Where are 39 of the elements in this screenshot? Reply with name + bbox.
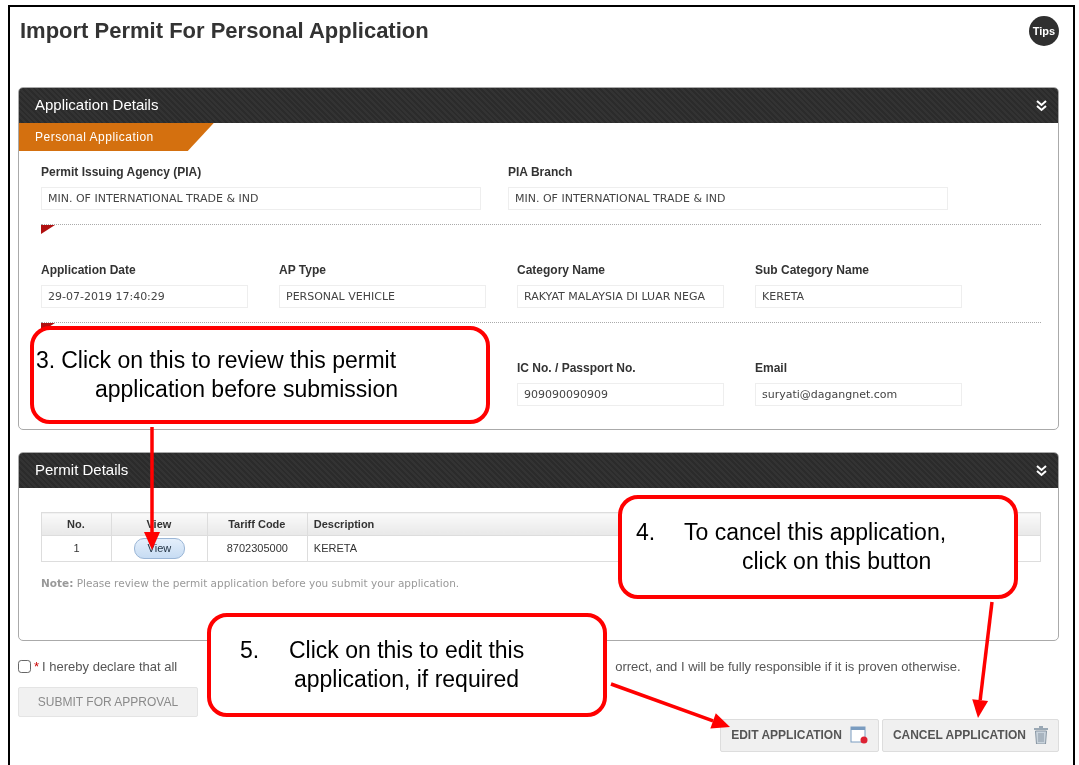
table-cell: 1 — [41, 535, 112, 562]
callout-text: 5. Click on this to edit this application, if required — [240, 636, 525, 694]
field-label: PIA Branch — [508, 164, 574, 181]
column-header: Tariff Code — [207, 512, 308, 536]
panel-title: Application Details — [35, 95, 159, 116]
declaration-text: orrect, and I will be fully responsible if it is proven otherwise. — [615, 658, 961, 676]
checkbox[interactable] — [18, 660, 31, 674]
page-title: Import Permit For Personal Application — [20, 17, 429, 45]
field-label: IC No. / Passport No. — [517, 360, 637, 377]
field-label: Sub Category Name — [755, 262, 871, 279]
text-field[interactable]: 909090090909 — [517, 383, 724, 406]
edit-form-icon — [849, 726, 868, 744]
trash-icon — [1034, 726, 1048, 744]
view-button[interactable]: View — [133, 538, 186, 559]
text-field[interactable]: suryati@dagangnet.com — [755, 383, 962, 406]
cancel-application-button[interactable]: CANCEL APPLICATION — [881, 718, 1059, 752]
text-field[interactable]: MIN. OF INTERNATIONAL TRADE & IND — [508, 187, 948, 210]
field-label: Permit Issuing Agency (PIA) — [41, 164, 203, 181]
field-label: Email — [755, 360, 788, 377]
marker-icon — [41, 225, 55, 234]
tips-button[interactable]: Tips — [1029, 16, 1059, 46]
text-field[interactable]: 29-07-2019 17:40:29 — [41, 285, 248, 308]
table-cell: 8702305000 — [207, 535, 308, 562]
field-label: AP Type — [279, 262, 327, 279]
edit-application-button[interactable]: EDIT APPLICATION — [720, 718, 879, 752]
text-field[interactable]: RAKYAT MALAYSIA DI LUAR NEGA — [517, 285, 724, 308]
text-field[interactable]: MIN. OF INTERNATIONAL TRADE & IND — [41, 187, 481, 210]
declaration-text: I hereby declare that all — [42, 658, 178, 676]
collapse-icon[interactable] — [1035, 464, 1048, 477]
collapse-icon[interactable] — [1035, 99, 1048, 112]
field-label: Application Date — [41, 262, 137, 279]
callout-text: 3. Click on this to review this permit application before submission — [36, 346, 398, 404]
required-mark: * — [34, 658, 40, 676]
panel-title: Permit Details — [35, 460, 129, 481]
text-field[interactable]: PERSONAL VEHICLE — [279, 285, 486, 308]
text-field[interactable]: KERETA — [755, 285, 962, 308]
column-header: No. — [41, 512, 112, 536]
note-text: Note: Please review the permit application before you submit your application. — [41, 576, 461, 591]
field-label: Category Name — [517, 262, 607, 279]
